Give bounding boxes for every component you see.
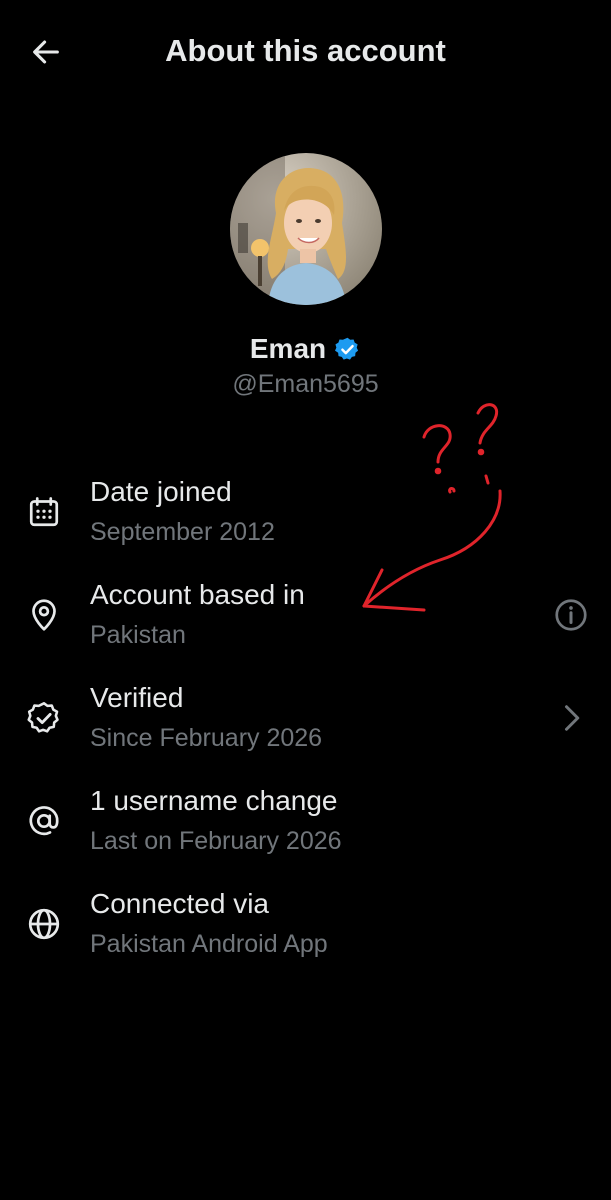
- chevron-right-icon[interactable]: [553, 700, 589, 736]
- info-item-account-based-in: Account based in Pakistan: [0, 573, 611, 676]
- verified-badge-icon: [335, 337, 359, 360]
- page-title: About this account: [165, 33, 446, 68]
- info-subtitle: Pakistan: [90, 621, 186, 649]
- calendar-icon: [29, 497, 59, 527]
- info-item-connected-via: Connected via Pakistan Android App: [0, 882, 611, 985]
- info-item-verified[interactable]: Verified Since February 2026: [0, 676, 611, 779]
- info-subtitle: Pakistan Android App: [90, 930, 328, 958]
- annotation-question-mark: [476, 403, 499, 445]
- info-title: Account based in: [90, 579, 305, 610]
- info-item-username-change: 1 username change Last on February 2026: [0, 779, 611, 882]
- header: About this account: [0, 0, 611, 104]
- display-name: Eman: [249, 333, 327, 364]
- info-subtitle: Last on February 2026: [90, 827, 342, 855]
- at-sign-icon: [29, 806, 59, 836]
- location-pin-icon: [32, 599, 56, 631]
- info-item-date-joined: Date joined September 2012: [0, 470, 611, 573]
- info-subtitle: Since February 2026: [90, 724, 323, 752]
- info-icon[interactable]: [553, 597, 589, 633]
- globe-icon: [28, 908, 60, 940]
- info-title: Connected via: [90, 888, 270, 919]
- info-subtitle: September 2012: [90, 518, 275, 546]
- info-title: Verified: [90, 682, 184, 713]
- info-title: Date joined: [90, 476, 232, 507]
- avatar: [230, 153, 382, 305]
- verified-badge-outline-icon: [27, 702, 59, 733]
- info-title: 1 username change: [90, 785, 338, 816]
- account-info-list: Date joined September 2012 Account based…: [0, 470, 611, 985]
- name-row: Eman: [0, 333, 611, 365]
- username-handle: @Eman5695: [232, 370, 379, 398]
- annotation-question-mark: [422, 424, 452, 464]
